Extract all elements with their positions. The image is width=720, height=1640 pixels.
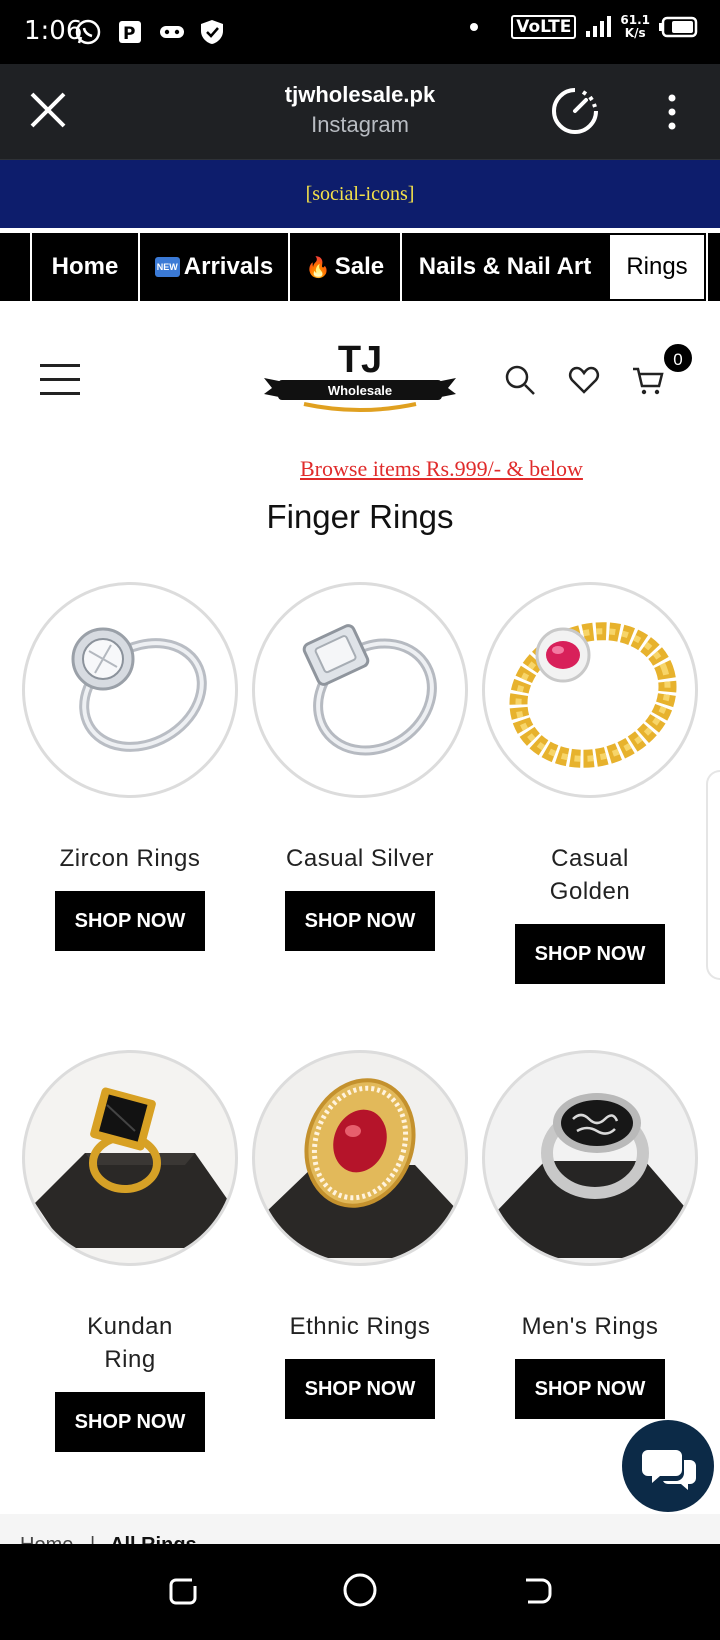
cart-icon[interactable] — [632, 364, 664, 396]
volte-badge: VoLTE — [511, 15, 577, 39]
whatsapp-icon — [75, 19, 101, 45]
shop-now-button[interactable]: SHOP NOW — [285, 1359, 435, 1419]
new-badge-icon: NEW — [154, 257, 180, 277]
category-title: Casual Golden — [549, 845, 631, 905]
chat-bubbles-icon — [642, 1450, 696, 1490]
category-card-mens: Men's Rings SHOP NOW — [482, 1050, 698, 1419]
nav-strip-spacer — [0, 233, 30, 301]
breadcrumb-home[interactable]: Home — [20, 1534, 73, 1544]
svg-text:P: P — [123, 24, 135, 44]
browser-source: Instagram — [311, 112, 409, 137]
browse-budget-link[interactable]: Browse items Rs.999/- & below — [300, 456, 583, 482]
category-card-kundan: Kundan Ring SHOP NOW — [22, 1050, 238, 1452]
shop-now-button[interactable]: SHOP NOW — [285, 891, 435, 951]
category-title: Ethnic Rings — [289, 1313, 431, 1340]
mens-ring-image[interactable] — [482, 1050, 698, 1266]
zircon-ring-image[interactable] — [22, 582, 238, 798]
hamburger-icon[interactable] — [40, 364, 80, 395]
search-icon[interactable] — [504, 364, 536, 396]
dot-icon — [470, 23, 479, 31]
kundan-ring-image[interactable] — [22, 1050, 238, 1266]
tab-rings[interactable]: Rings — [608, 233, 706, 301]
status-right: VoLTE 61.1 K/s — [469, 14, 698, 40]
tab-nails[interactable]: Nails & Nail Art — [400, 233, 608, 301]
page-title: Finger Rings — [266, 498, 454, 535]
chat-button[interactable] — [622, 1420, 714, 1512]
tab-arrivals[interactable]: NEW Arrivals — [138, 233, 288, 301]
tab-home[interactable]: Home — [30, 233, 138, 301]
casual-golden-ring-image[interactable] — [482, 582, 698, 798]
category-title: Casual Silver — [286, 845, 434, 872]
category-card-ethnic: Ethnic Rings SHOP NOW — [252, 1050, 468, 1419]
category-title: Men's Rings — [521, 1313, 659, 1340]
shield-icon — [201, 20, 223, 44]
breadcrumb: Home | All Rings — [0, 1514, 720, 1544]
category-nav-strip: Home NEW Arrivals 🔥 Sale Nails & Nail Art … — [0, 233, 720, 301]
category-card-casual-golden: Casual Golden SHOP NOW — [482, 582, 698, 984]
breadcrumb-current: All Rings — [110, 1534, 197, 1544]
category-title: Kundan Ring — [87, 1313, 173, 1373]
signal-icon — [586, 16, 612, 37]
gamepad-icon — [160, 26, 184, 38]
shop-now-button[interactable]: SHOP NOW — [515, 1359, 665, 1419]
speedometer-icon[interactable] — [550, 86, 600, 136]
casual-silver-ring-image[interactable] — [252, 582, 468, 798]
tab-sale[interactable]: 🔥 Sale — [288, 233, 400, 301]
heart-icon[interactable] — [568, 364, 600, 396]
site-header: TJ Wholesale — [0, 302, 720, 442]
cart-count-badge: 0 — [662, 342, 694, 374]
back-icon[interactable] — [520, 1574, 554, 1608]
category-title: Zircon Rings — [59, 845, 201, 872]
home-button-icon[interactable] — [342, 1572, 378, 1608]
browser-domain: tjwholesale.pk — [284, 82, 436, 107]
nav-strip-overflow — [706, 233, 720, 301]
status-bar: 1:06 P VoLTE 61.1 K/s — [0, 0, 720, 64]
ethnic-ring-image[interactable] — [252, 1050, 468, 1266]
shop-now-button[interactable]: SHOP NOW — [515, 924, 665, 984]
recent-apps-icon[interactable] — [166, 1574, 200, 1608]
svg-text:Wholesale: Wholesale — [328, 383, 392, 398]
shop-now-button[interactable]: SHOP NOW — [55, 1392, 205, 1452]
in-app-browser-bar: tjwholesale.pk Instagram — [0, 64, 720, 160]
site-logo[interactable]: TJ Wholesale — [262, 338, 458, 418]
battery-icon — [659, 16, 698, 38]
parking-icon: P — [119, 21, 141, 44]
shop-now-button[interactable]: SHOP NOW — [55, 891, 205, 951]
kebab-menu-icon[interactable] — [660, 92, 684, 132]
system-nav-bar — [0, 1544, 720, 1640]
net-speed: 61.1 K/s — [620, 13, 650, 40]
fire-icon: 🔥 — [305, 256, 331, 279]
svg-text:TJ: TJ — [338, 339, 382, 381]
announcement-bar: [social-icons] — [0, 160, 720, 228]
category-card-zircon: Zircon Rings SHOP NOW — [22, 582, 238, 951]
side-drawer-handle[interactable] — [706, 770, 720, 980]
breadcrumb-separator: | — [90, 1534, 95, 1544]
category-card-casual-silver: Casual Silver SHOP NOW — [252, 582, 468, 951]
